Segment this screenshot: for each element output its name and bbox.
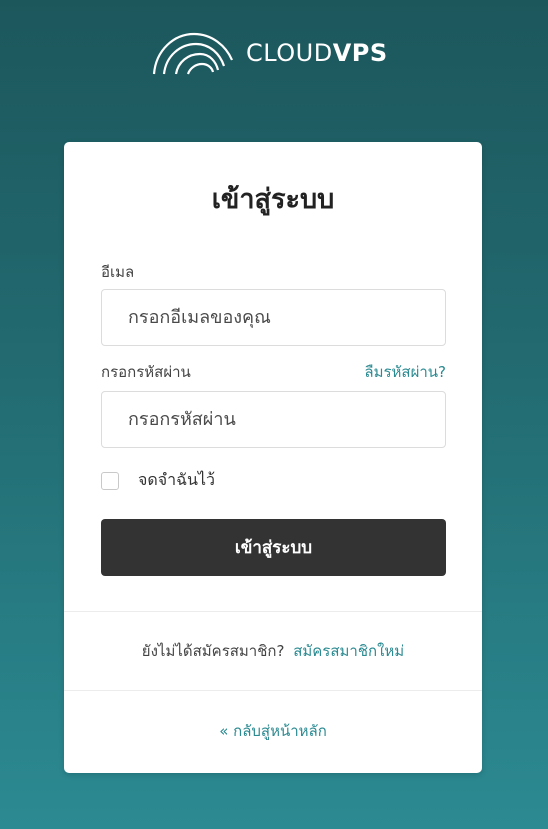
signup-row: ยังไม่ได้สมัครสมาชิก? สมัครสมาชิกใหม่ bbox=[64, 640, 482, 662]
brand-name: CLOUDVPS bbox=[246, 41, 388, 65]
remember-me-label[interactable]: จดจำฉันไว้ bbox=[138, 468, 215, 493]
brand-name-light: CLOUD bbox=[246, 39, 333, 67]
page-title: เข้าสู่ระบบ bbox=[211, 184, 335, 215]
forgot-password-link[interactable]: ลืมรหัสผ่าน? bbox=[364, 362, 446, 382]
divider bbox=[64, 611, 482, 612]
password-label: กรอกรหัสผ่าน bbox=[101, 363, 191, 381]
remember-me-row[interactable]: จดจำฉันไว้ bbox=[101, 468, 215, 493]
remember-me-checkbox[interactable] bbox=[101, 471, 119, 490]
brand-logo[interactable]: CLOUDVPS bbox=[152, 30, 388, 76]
cloud-rings-icon bbox=[152, 30, 234, 76]
signup-prompt: ยังไม่ได้สมัครสมาชิก? bbox=[141, 642, 285, 660]
email-label: อีเมล bbox=[101, 263, 135, 281]
email-field[interactable] bbox=[101, 289, 446, 346]
brand-name-bold: VPS bbox=[332, 39, 388, 67]
divider bbox=[64, 690, 482, 691]
login-card: เข้าสู่ระบบ อีเมล กรอกรหัสผ่าน ลืมรหัสผ่… bbox=[64, 142, 482, 773]
login-button[interactable]: เข้าสู่ระบบ bbox=[101, 519, 446, 576]
signup-link[interactable]: สมัครสมาชิกใหม่ bbox=[293, 642, 404, 660]
back-to-home: « กลับสู่หน้าหลัก bbox=[64, 720, 482, 742]
back-to-home-link[interactable]: « กลับสู่หน้าหลัก bbox=[219, 722, 327, 740]
password-field[interactable] bbox=[101, 391, 446, 448]
